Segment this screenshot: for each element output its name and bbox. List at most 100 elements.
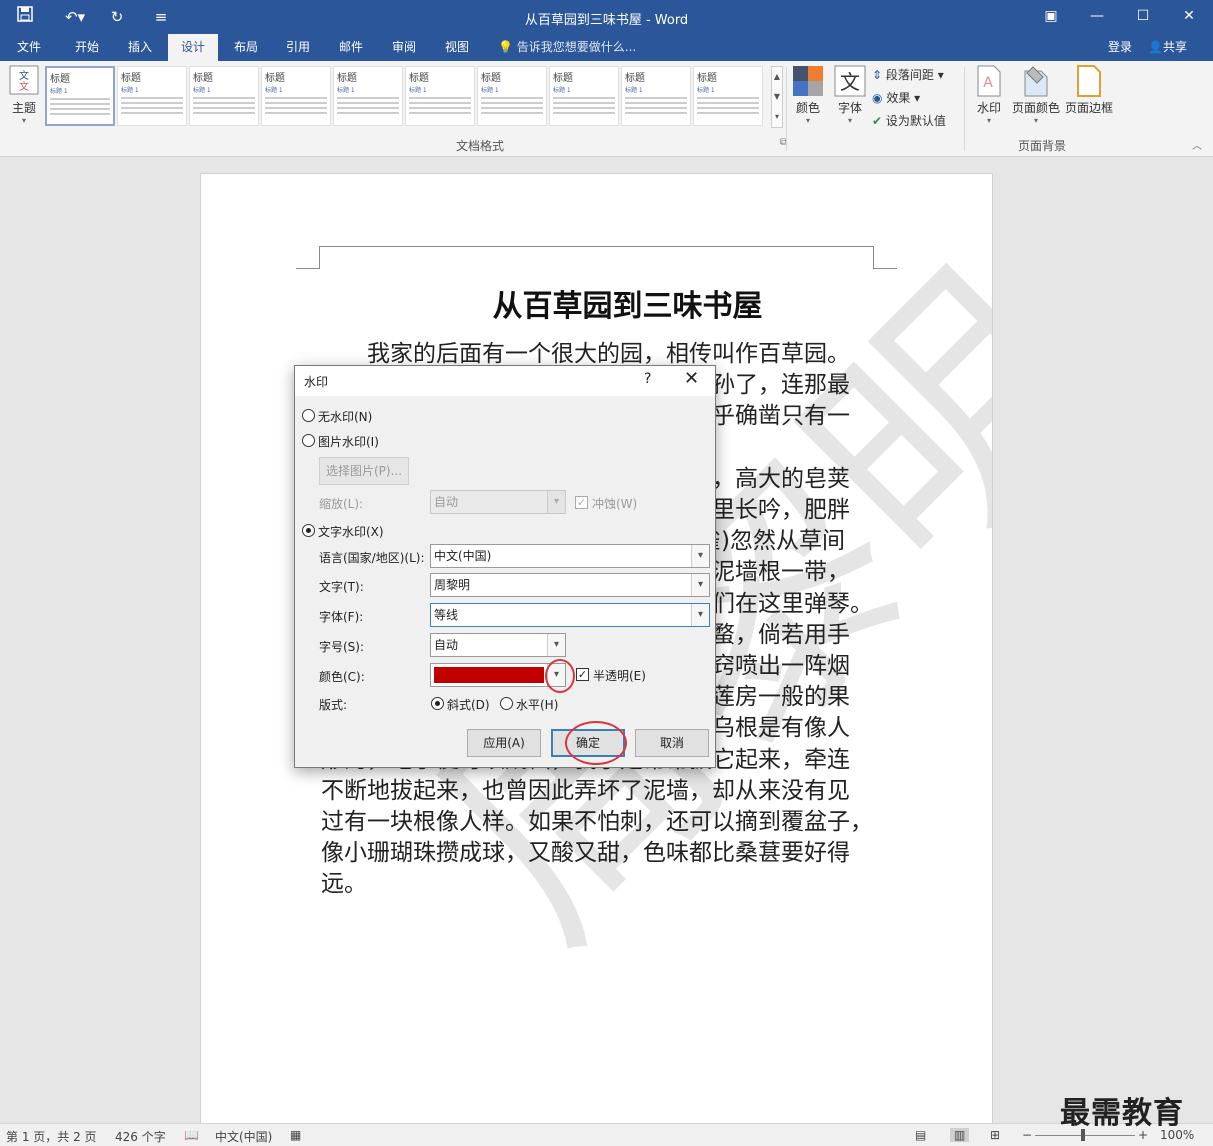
watermark-icon: A [977, 65, 1001, 97]
style-thumbnail[interactable]: 标题 标题 1 [333, 66, 403, 126]
style-thumbnail-line [193, 112, 255, 114]
tab-home[interactable]: 开始 [62, 34, 112, 61]
style-thumbnail[interactable]: 标题 标题 1 [117, 66, 187, 126]
print-layout-icon[interactable]: ▥ [950, 1128, 970, 1142]
check-circle-icon: ✔ [872, 114, 883, 128]
style-thumbnail[interactable]: 标题 标题 1 [405, 66, 475, 126]
fonts-button[interactable]: 文 字体 ▾ [832, 65, 868, 125]
text-watermark-radio[interactable] [302, 524, 315, 537]
font-select[interactable]: 等线 ▾ [430, 603, 710, 627]
tab-insert[interactable]: 插入 [116, 34, 164, 61]
style-thumbnail[interactable]: 标题 标题 1 [693, 66, 763, 126]
share-button[interactable]: 👤共享 [1148, 34, 1187, 61]
crop-mark [319, 246, 320, 268]
help-icon[interactable]: ? [644, 371, 651, 387]
no-watermark-label[interactable]: 无水印(N) [318, 408, 372, 425]
close-icon[interactable]: ✕ [684, 368, 699, 389]
proofing-icon[interactable]: 📖 [184, 1128, 199, 1142]
style-thumbnail-heading: 标题 [553, 73, 573, 84]
style-thumbnail[interactable]: 标题 标题 1 [621, 66, 691, 126]
semitransparent-checkbox[interactable]: ✓ [576, 668, 589, 681]
page-border-button[interactable]: 页面边框 [1064, 65, 1114, 116]
set-default-button[interactable]: ✔ 设为默认值 [872, 111, 946, 131]
style-thumbnail-line [121, 107, 183, 109]
picture-watermark-radio[interactable] [302, 434, 315, 447]
semitransparent-label: 半透明(E) [593, 669, 646, 683]
zoom-slider[interactable] [1035, 1135, 1135, 1136]
page-color-button[interactable]: 页面颜色 ▾ [1010, 65, 1062, 125]
scale-select[interactable]: 自动 ▾ [430, 490, 566, 514]
style-gallery: 标题 标题 1 标题 标题 1 标题 标题 1 标题 标题 1 标题 标题 1 标题 标题 1 标题 标题… [45, 66, 771, 128]
themes-button[interactable]: 文文 主题 ▾ [6, 65, 42, 125]
diagonal-radio[interactable] [431, 697, 444, 710]
menu-bar: 文件 开始 插入 设计 布局 引用 邮件 审阅 视图 💡 告诉我您想要做什么..… [0, 34, 1213, 61]
washout-checkbox[interactable]: ✓ [575, 496, 588, 509]
crop-mark [873, 268, 897, 269]
macro-icon[interactable]: ▦ [290, 1128, 301, 1142]
style-thumbnail-line [50, 108, 110, 110]
tab-layout[interactable]: 布局 [222, 34, 270, 61]
effects-button[interactable]: ◉ 效果 ▾ [872, 88, 920, 108]
style-thumbnail-line [625, 107, 687, 109]
page-count[interactable]: 第 1 页，共 2 页 [6, 1128, 97, 1145]
style-thumbnail[interactable]: 标题 标题 1 [477, 66, 547, 126]
language-label: 语言(国家/地区)(L): [319, 551, 425, 565]
maximize-icon[interactable]: ☐ [1128, 5, 1158, 27]
text-select[interactable]: 周黎明 ▾ [430, 573, 710, 597]
tab-design[interactable]: 设计 [168, 34, 218, 61]
layout-label: 版式: [319, 698, 348, 712]
style-thumbnail-heading: 标题 [193, 73, 213, 84]
tab-file[interactable]: 文件 [6, 34, 52, 61]
minimize-icon[interactable]: — [1082, 5, 1112, 27]
svg-text:文: 文 [19, 69, 29, 82]
group-label-doc-format: 文档格式 [456, 139, 505, 153]
tab-view[interactable]: 视图 [432, 34, 482, 61]
gallery-scroll[interactable]: ▲ ▼ ▾ [771, 66, 783, 128]
style-thumbnail[interactable]: 标题 标题 1 [261, 66, 331, 126]
select-picture-button[interactable]: 选择图片(P)... [319, 457, 409, 485]
read-mode-icon[interactable]: ▤ [915, 1128, 926, 1142]
ribbon-display-icon[interactable]: ▣ [1036, 5, 1066, 27]
style-thumbnail[interactable]: 标题 标题 1 [45, 66, 115, 126]
close-window-icon[interactable]: ✕ [1174, 5, 1204, 27]
document-line: 不断地拔起来，也曾因此弄坏了泥墙，却从来没有见 [321, 777, 850, 804]
tab-review[interactable]: 审阅 [380, 34, 428, 61]
style-thumbnail[interactable]: 标题 标题 1 [549, 66, 619, 126]
language-select[interactable]: 中文(中国) ▾ [430, 544, 710, 568]
diagonal-label[interactable]: 斜式(D) [447, 696, 490, 713]
tab-references[interactable]: 引用 [274, 34, 322, 61]
text-watermark-label[interactable]: 文字水印(X) [318, 523, 384, 540]
style-thumbnail-line [553, 112, 615, 114]
language-status[interactable]: 中文(中国) [215, 1128, 272, 1145]
style-thumbnail-line [265, 107, 327, 109]
font-label: 字体(F): [319, 610, 364, 624]
fonts-icon: 文 [834, 65, 866, 97]
style-thumbnail-line [553, 102, 615, 104]
apply-button[interactable]: 应用(A) [467, 729, 541, 757]
word-count[interactable]: 426 个字 [115, 1128, 166, 1145]
style-thumbnail-heading: 标题 [121, 73, 141, 84]
cancel-button[interactable]: 取消 [635, 729, 709, 757]
paragraph-spacing-button[interactable]: ⇕ 段落间距 ▾ [872, 65, 944, 85]
crop-mark [296, 268, 320, 269]
login-link[interactable]: 登录 [1108, 34, 1132, 61]
text-label: 文字(T): [319, 580, 364, 594]
zoom-out-icon[interactable]: − [1022, 1128, 1032, 1142]
collapse-ribbon-icon[interactable]: ︿ [1192, 137, 1202, 157]
picture-watermark-label[interactable]: 图片水印(I) [318, 433, 379, 450]
no-watermark-radio[interactable] [302, 409, 315, 422]
colors-button[interactable]: 颜色 ▾ [790, 65, 826, 125]
style-thumbnail[interactable]: 标题 标题 1 [189, 66, 259, 126]
size-select[interactable]: 自动 ▾ [430, 633, 566, 657]
horizontal-radio[interactable] [500, 697, 513, 710]
style-thumbnail-line [553, 107, 615, 109]
horizontal-label[interactable]: 水平(H) [516, 696, 558, 713]
tab-mailings[interactable]: 邮件 [326, 34, 376, 61]
style-thumbnail-subheading: 标题 1 [265, 87, 283, 94]
tell-me-search[interactable]: 💡 告诉我您想要做什么... [498, 34, 636, 61]
style-thumbnail-line [50, 103, 110, 105]
web-layout-icon[interactable]: ⊞ [990, 1128, 1000, 1142]
watermark-button[interactable]: A 水印 ▾ [970, 65, 1008, 125]
style-thumbnail-line [193, 102, 255, 104]
style-thumbnail-line [121, 102, 183, 104]
